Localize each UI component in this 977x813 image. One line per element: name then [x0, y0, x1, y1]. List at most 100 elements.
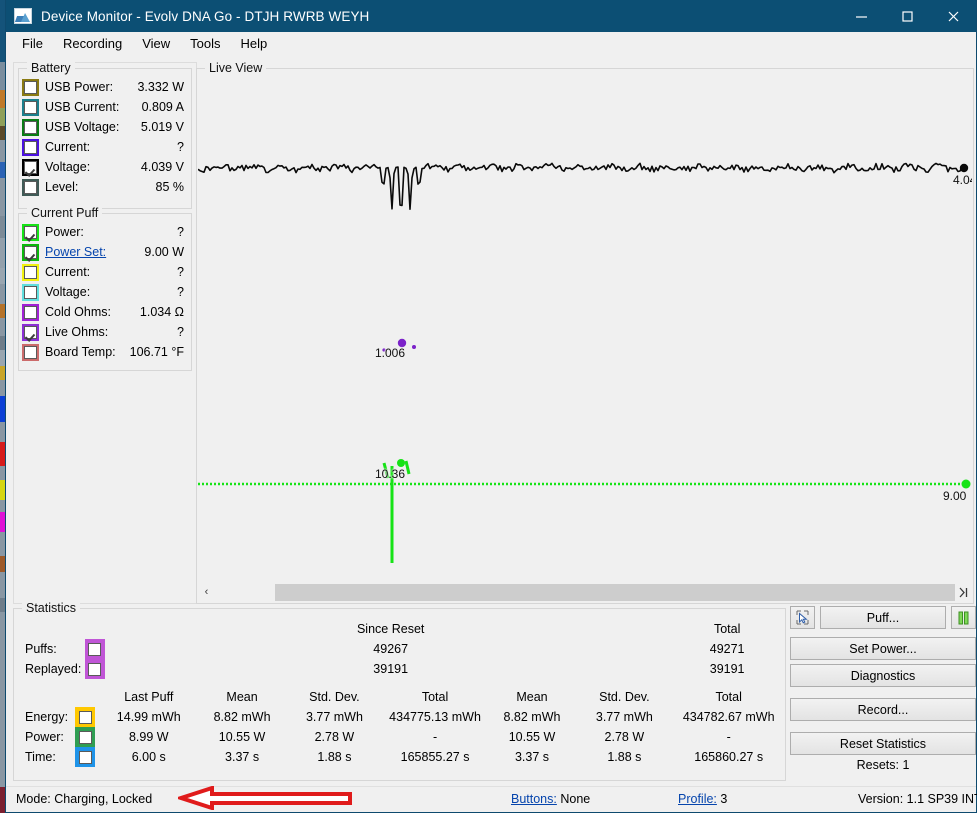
energy-mean-total: 8.82 mWh: [488, 707, 577, 727]
checkbox-icon[interactable]: [24, 266, 37, 279]
row-value: 9.00 W: [144, 245, 191, 259]
metrics-header-row: Last Puff Mean Std. Dev. Total Mean Std.…: [14, 687, 785, 707]
table-row-puffs: Puffs: 49267 49271: [14, 639, 785, 659]
minimize-icon[interactable]: [838, 0, 884, 32]
menu-item-file[interactable]: File: [12, 33, 53, 55]
chart-label-voltage: 4.04: [953, 173, 972, 187]
puff-row-power[interactable]: Power: ?: [19, 222, 191, 242]
row-label: Time:: [14, 747, 75, 767]
scroll-left-icon[interactable]: ‹: [198, 584, 215, 601]
battery-row-usb-voltage[interactable]: USB Voltage: 5.019 V: [19, 117, 191, 137]
app-chart-icon: [14, 8, 32, 24]
color-swatch: [75, 727, 99, 747]
row-label: Replayed:: [14, 659, 85, 679]
current-puff-rows: Power: ? Power Set: 9.00 W Current: ? Vo…: [19, 214, 191, 362]
checkbox-icon[interactable]: [24, 81, 37, 94]
menu-item-recording[interactable]: Recording: [53, 33, 132, 55]
table-row-replayed: Replayed: 39191 39191: [14, 659, 785, 679]
profile-link[interactable]: Profile:: [678, 792, 717, 806]
puffs-since-reset: 49267: [333, 639, 449, 659]
puff-row-power-set[interactable]: Power Set: 9.00 W: [19, 242, 191, 262]
checkbox-icon[interactable]: [24, 306, 37, 319]
checkbox-icon[interactable]: [24, 246, 37, 259]
metrics-header-3: Total: [382, 687, 487, 707]
row-value: 85 %: [156, 180, 192, 194]
chart-horizontal-scrollbar[interactable]: ‹ ›: [198, 582, 972, 602]
color-swatch: [22, 159, 39, 176]
scrollbar-thumb[interactable]: [275, 584, 955, 601]
row-label: Cold Ohms:: [45, 305, 140, 319]
checkbox-icon[interactable]: [24, 326, 37, 339]
energy-stddev-total: 3.77 mWh: [576, 707, 672, 727]
puff-row-current[interactable]: Current: ?: [19, 262, 191, 282]
checkbox-icon[interactable]: [24, 226, 37, 239]
series-power-set: [198, 480, 971, 489]
row-value: ?: [177, 225, 191, 239]
puff-row: Puff...: [790, 606, 976, 629]
color-swatch: [22, 139, 39, 156]
puff-row-board-temp[interactable]: Board Temp: 106.71 °F: [19, 342, 191, 362]
record-button[interactable]: Record...: [790, 698, 976, 721]
table-row-energy: Energy: 14.99 mWh 8.82 mWh 3.77 mWh 4347…: [14, 707, 785, 727]
status-bar: Mode: Charging, Locked Buttons: None Pro…: [6, 786, 976, 812]
checkbox-icon[interactable]: [88, 663, 101, 676]
checkbox-icon[interactable]: [79, 731, 92, 744]
battery-row-usb-power[interactable]: USB Power: 3.332 W: [19, 77, 191, 97]
window-title: Device Monitor - Evolv DNA Go - DTJH RWR…: [41, 9, 369, 24]
checkbox-icon[interactable]: [24, 161, 37, 174]
menu-item-view[interactable]: View: [132, 33, 180, 55]
row-value: 5.019 V: [141, 120, 191, 134]
puff-row-live-ohms[interactable]: Live Ohms: ?: [19, 322, 191, 342]
statistics-group: Statistics Since Reset Total Puffs: 4926…: [13, 608, 786, 781]
status-version: Version: 1.1 SP39 INT: [858, 792, 977, 806]
puffs-total: 49271: [669, 639, 785, 659]
checkbox-icon[interactable]: [88, 643, 101, 656]
statistics-group-title: Statistics: [22, 601, 80, 615]
row-label: Current:: [45, 140, 177, 154]
row-label: Board Temp:: [45, 345, 130, 359]
row-label: Voltage:: [45, 160, 141, 174]
power-set-link[interactable]: Power Set:: [45, 245, 144, 259]
checkbox-icon[interactable]: [24, 181, 37, 194]
battery-row-current[interactable]: Current: ?: [19, 137, 191, 157]
puff-row-cold-ohms[interactable]: Cold Ohms: 1.034 Ω: [19, 302, 191, 322]
puff-row-voltage[interactable]: Voltage: ?: [19, 282, 191, 302]
color-swatch: [75, 747, 99, 767]
checkbox-icon[interactable]: [24, 121, 37, 134]
checkbox-icon[interactable]: [24, 346, 37, 359]
buttons-link[interactable]: Buttons:: [511, 792, 557, 806]
battery-row-usb-current[interactable]: USB Current: 0.809 A: [19, 97, 191, 117]
checkbox-icon[interactable]: [24, 101, 37, 114]
set-power-button[interactable]: Set Power...: [790, 637, 976, 660]
title-bar: Device Monitor - Evolv DNA Go - DTJH RWR…: [6, 0, 976, 32]
time-mean: 3.37 s: [198, 747, 287, 767]
total-header: Total: [669, 619, 785, 639]
battery-row-level[interactable]: Level: 85 %: [19, 177, 191, 197]
pause-button[interactable]: [951, 606, 976, 629]
checkbox-icon[interactable]: [24, 286, 37, 299]
puff-button[interactable]: Puff...: [820, 606, 946, 629]
color-swatch: [22, 264, 39, 281]
checkbox-icon[interactable]: [24, 141, 37, 154]
row-value: 3.332 W: [137, 80, 191, 94]
menu-item-help[interactable]: Help: [231, 33, 278, 55]
energy-grand-total: 434782.67 mWh: [672, 707, 785, 727]
scrollbar-track[interactable]: [215, 584, 938, 601]
color-swatch: [22, 119, 39, 136]
series-battery-voltage: [198, 163, 968, 209]
live-view-chart[interactable]: 4.04 1.006 10.36 9.00: [198, 78, 972, 576]
cursor-select-button[interactable]: [790, 606, 815, 629]
scroll-to-end-icon[interactable]: [955, 584, 972, 601]
chart-label-power-set: 9.00: [943, 489, 966, 503]
live-view-group-title: Live View: [205, 61, 266, 75]
reset-statistics-button[interactable]: Reset Statistics: [790, 732, 976, 755]
cursor-select-icon: [795, 610, 810, 625]
menu-item-tools[interactable]: Tools: [180, 33, 230, 55]
checkbox-icon[interactable]: [79, 751, 92, 764]
close-icon[interactable]: [930, 0, 976, 32]
diagnostics-button[interactable]: Diagnostics: [790, 664, 976, 687]
battery-row-voltage[interactable]: Voltage: 4.039 V: [19, 157, 191, 177]
time-mean-total: 3.37 s: [488, 747, 577, 767]
maximize-icon[interactable]: [884, 0, 930, 32]
checkbox-icon[interactable]: [79, 711, 92, 724]
